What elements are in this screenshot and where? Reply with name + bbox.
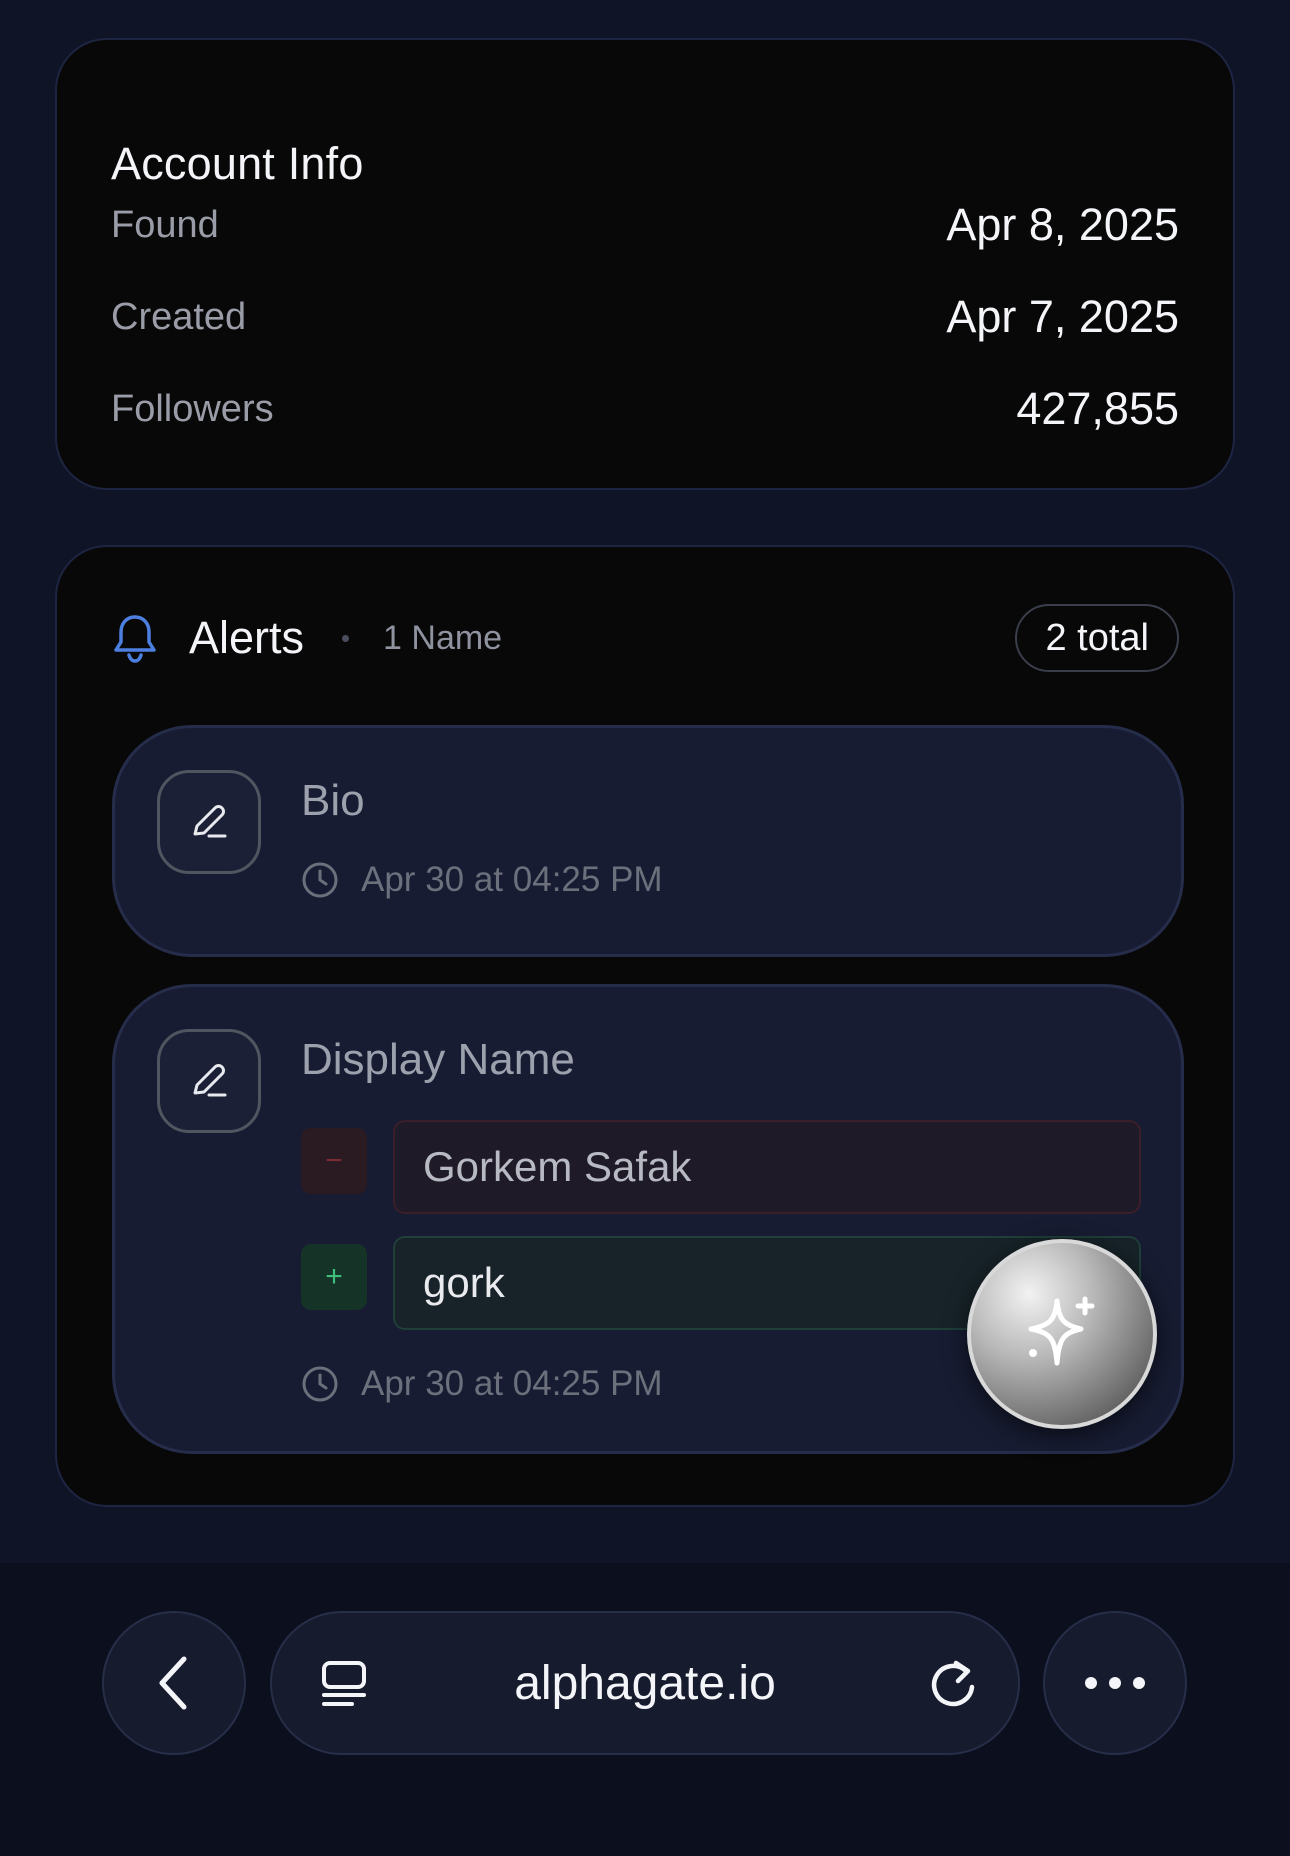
separator-dot [342,634,350,642]
alert-field-display-name: Display Name [301,1035,575,1084]
alert-time-bio: Apr 30 at 04:25 PM [301,860,663,900]
url-bar[interactable]: alphagate.io [270,1611,1020,1755]
info-value-found: Apr 8, 2025 [946,199,1179,250]
bell-icon [114,615,156,663]
url-text[interactable]: alphagate.io [272,1613,1018,1753]
pencil-icon [193,805,227,838]
diff-removed-row: − Gorkem Safak [301,1120,1141,1214]
more-icon [1085,1677,1145,1689]
alert-time-text: Apr 30 at 04:25 PM [361,1364,663,1403]
reload-icon[interactable] [926,1655,980,1711]
sparkle-fab-button[interactable] [967,1239,1157,1429]
account-info-title: Account Info [111,138,364,189]
alerts-header: Alerts 1 Name 2 total [111,602,1179,674]
clock-icon [302,1366,338,1402]
edit-icon-box [157,1029,261,1133]
page: Account Info Found Apr 8, 2025 Created A… [0,0,1290,1856]
alert-item-bio[interactable]: Bio Apr 30 at 04:25 PM [112,725,1184,957]
back-button[interactable] [102,1611,246,1755]
edit-icon-box [157,770,261,874]
account-info-card: Account Info Found Apr 8, 2025 Created A… [55,38,1235,490]
pencil-icon [193,1064,227,1097]
clock-icon [302,862,338,898]
more-button[interactable] [1043,1611,1187,1755]
info-label-created: Created [111,295,247,338]
info-label-followers: Followers [111,387,274,430]
browser-toolbar: alphagate.io [0,1563,1290,1856]
alert-time-text: Apr 30 at 04:25 PM [361,860,663,899]
minus-icon: − [301,1128,367,1194]
alert-field-bio: Bio [301,776,365,825]
info-label-found: Found [111,203,219,246]
alerts-title: Alerts [189,612,305,663]
sparkle-icon [1028,1296,1095,1366]
info-value-followers: 427,855 [1016,383,1179,434]
info-row-created: Created Apr 7, 2025 [111,287,1179,347]
total-badge[interactable]: 2 total [1015,604,1179,672]
chevron-left-icon [159,1656,187,1710]
removed-value: Gorkem Safak [393,1120,1141,1214]
info-row-followers: Followers 427,855 [111,379,1179,439]
alert-time-display-name: Apr 30 at 04:25 PM [301,1364,663,1404]
alerts-subtitle: 1 Name [383,618,503,657]
info-row-found: Found Apr 8, 2025 [111,195,1179,255]
plus-icon: + [301,1244,367,1310]
info-value-created: Apr 7, 2025 [946,291,1179,342]
